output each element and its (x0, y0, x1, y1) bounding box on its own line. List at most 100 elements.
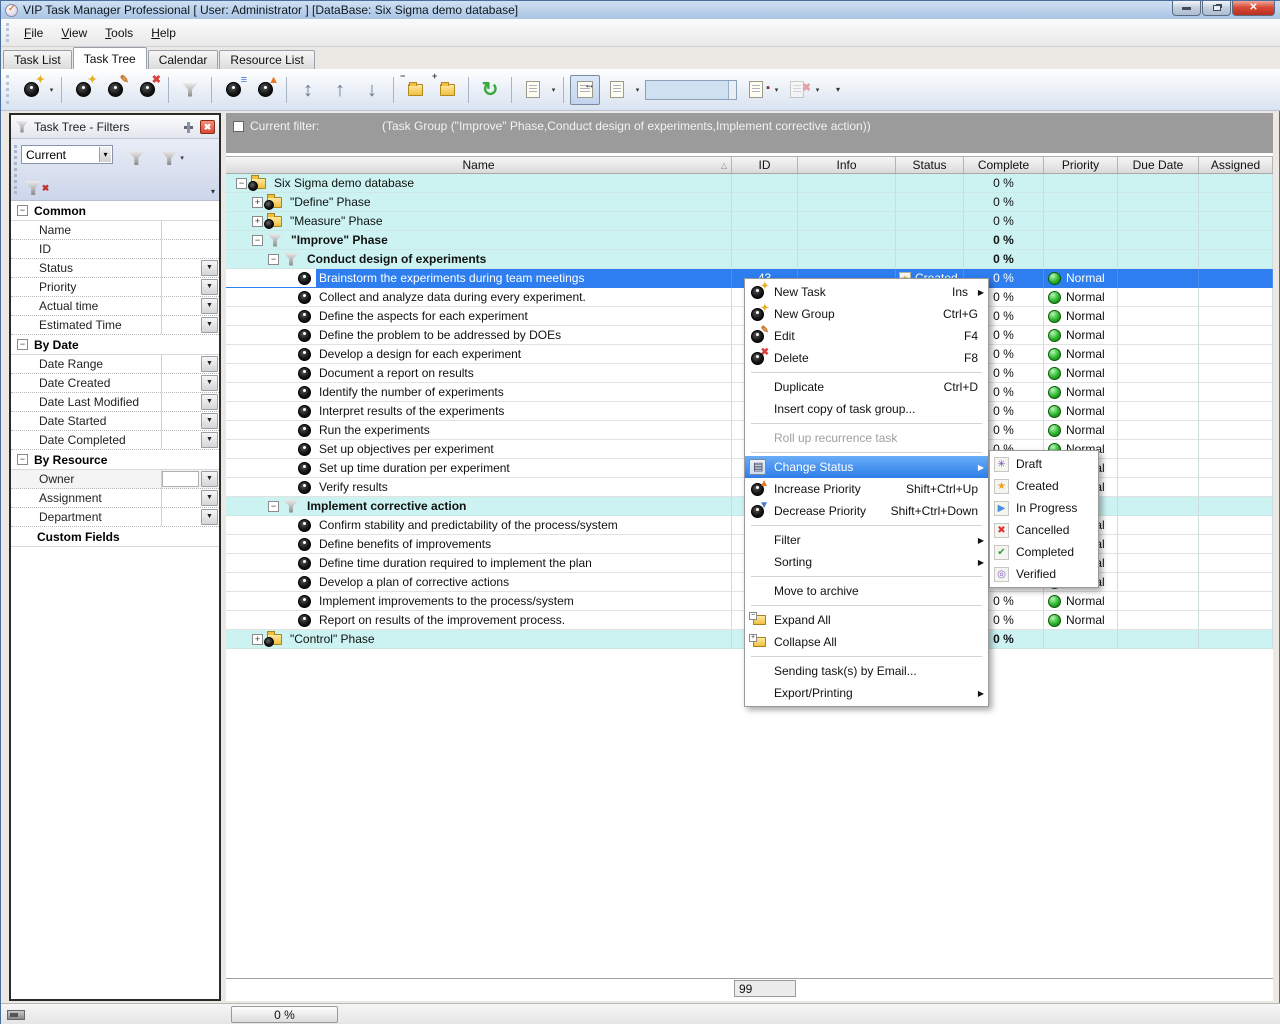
submenu-item-completed[interactable]: ✔Completed (990, 541, 1098, 563)
filter-dropdown-button[interactable]: ▼ (201, 413, 218, 429)
collapse-icon[interactable]: − (236, 178, 247, 189)
filter-row-estimated-time[interactable]: Estimated Time▼ (11, 316, 219, 335)
tab-task-tree[interactable]: Task Tree (73, 47, 147, 69)
save-layout-button[interactable]: ▪ (741, 75, 771, 105)
submenu-item-created[interactable]: ★Created (990, 475, 1098, 497)
filter-dropdown-button[interactable]: ▼ (201, 298, 218, 314)
collapse-icon[interactable]: − (17, 339, 28, 350)
minimize-button[interactable] (1172, 1, 1201, 16)
filter-dropdown-button[interactable]: ▼ (201, 490, 218, 506)
filter-section-by-resource[interactable]: −By Resource (11, 450, 219, 470)
group-row[interactable]: −Six Sigma demo database0 % (226, 174, 1273, 193)
export-button[interactable] (518, 75, 548, 105)
filter-dropdown-button[interactable]: ▼ (201, 394, 218, 410)
filter-dropdown-button[interactable]: ▼ (201, 375, 218, 391)
apply-filter-button[interactable] (122, 145, 150, 171)
filter-dropdown-button[interactable]: ▼ (201, 260, 218, 276)
clear-filter-button[interactable]: ✖ (23, 175, 51, 201)
filter-row-date-started[interactable]: Date Started▼ (11, 412, 219, 431)
submenu-item-cancelled[interactable]: ✖Cancelled (990, 519, 1098, 541)
customize-columns-dropdown-arrow[interactable]: ▾ (633, 86, 642, 94)
filter-row-id[interactable]: ID (11, 240, 219, 259)
filter-dropdown-button[interactable]: ▼ (201, 356, 218, 372)
new-group-button[interactable]: ✦ (68, 75, 98, 105)
menu-item-sorting[interactable]: Sorting▶ (745, 551, 988, 573)
menu-item-expand-all[interactable]: −Expand All (745, 609, 988, 631)
submenu-item-verified[interactable]: ◎Verified (990, 563, 1098, 585)
filter-row-date-last-modified[interactable]: Date Last Modified▼ (11, 393, 219, 412)
decrease-priority-button[interactable]: ≡ (218, 75, 248, 105)
column-header-complete[interactable]: Complete (964, 157, 1044, 173)
filter-checkbox[interactable] (233, 121, 244, 132)
menu-item-collapse-all[interactable]: +Collapse All (745, 631, 988, 653)
filter-row-date-completed[interactable]: Date Completed▼ (11, 431, 219, 450)
save-filter-button[interactable]: ▾ (160, 145, 188, 171)
column-header-assigned[interactable]: Assigned (1199, 157, 1273, 173)
refresh-button[interactable]: ↻ (475, 75, 505, 105)
filter-dropdown-button[interactable]: ▼ (201, 317, 218, 333)
export-dropdown-arrow[interactable]: ▾ (549, 86, 558, 94)
collapse-icon[interactable]: − (268, 501, 279, 512)
filter-toolbar-overflow[interactable]: ▾ (211, 187, 215, 196)
group-row[interactable]: −"Improve" Phase0 % (226, 231, 1273, 250)
menu-item-duplicate[interactable]: DuplicateCtrl+D (745, 376, 988, 398)
new-task-button[interactable]: ✦ (16, 75, 46, 105)
filters-close-button[interactable]: ✖ (200, 120, 215, 134)
save-layout-dropdown-arrow[interactable]: ▾ (772, 86, 781, 94)
column-header-status[interactable]: Status (896, 157, 964, 173)
tab-calendar[interactable]: Calendar (148, 50, 219, 69)
overflow-button[interactable]: ▾ (823, 75, 853, 105)
filter-row-date-range[interactable]: Date Range▼ (11, 355, 219, 374)
delete-layout-button[interactable]: ✖ (782, 75, 812, 105)
close-button[interactable]: ✕ (1232, 1, 1275, 16)
menu-item-export-printing[interactable]: Export/Printing▶ (745, 682, 988, 704)
expand-icon[interactable]: + (252, 216, 263, 227)
submenu-item-draft[interactable]: ✳Draft (990, 453, 1098, 475)
filter-row-status[interactable]: Status▼ (11, 259, 219, 278)
collapse-icon[interactable]: − (252, 235, 263, 246)
layout-combo[interactable] (645, 80, 737, 100)
filter-value-input[interactable] (162, 471, 199, 487)
collapse-icon[interactable]: − (17, 454, 28, 465)
filter-section-common[interactable]: −Common (11, 201, 219, 221)
customize-columns-button[interactable] (602, 75, 632, 105)
pin-icon[interactable] (183, 121, 195, 133)
menubar-item-file[interactable]: File (15, 23, 52, 43)
filter-dropdown-button[interactable]: ▼ (201, 471, 218, 487)
filter-preset-combo[interactable]: Current (21, 145, 113, 164)
menu-item-edit[interactable]: ✎EditF4 (745, 325, 988, 347)
group-row[interactable]: +"Measure" Phase0 % (226, 212, 1273, 231)
move-down-button[interactable]: ↓ (357, 75, 387, 105)
collapse-icon[interactable]: − (268, 254, 279, 265)
menu-item-change-status[interactable]: Change Status▶ (745, 456, 988, 478)
filter-row-assignment[interactable]: Assignment▼ (11, 489, 219, 508)
menu-item-decrease-priority[interactable]: ▼Decrease PriorityShift+Ctrl+Down (745, 500, 988, 522)
filter-row-date-created[interactable]: Date Created▼ (11, 374, 219, 393)
edit-task-button[interactable]: ✎ (100, 75, 130, 105)
delete-layout-dropdown-arrow[interactable]: ▾ (813, 86, 822, 94)
group-row[interactable]: +"Define" Phase0 % (226, 193, 1273, 212)
fit-columns-button[interactable]: ↔ (570, 75, 600, 105)
filter-button[interactable] (175, 75, 205, 105)
menu-item-sending-task-s-by-email[interactable]: Sending task(s) by Email... (745, 660, 988, 682)
filter-row-actual-time[interactable]: Actual time▼ (11, 297, 219, 316)
expand-icon[interactable]: + (252, 197, 263, 208)
menubar-item-help[interactable]: Help (142, 23, 185, 43)
menu-item-insert-copy-of-task-group[interactable]: Insert copy of task group... (745, 398, 988, 420)
move-up-button[interactable]: ↑ (325, 75, 355, 105)
tab-task-list[interactable]: Task List (3, 50, 72, 69)
filter-section-custom-fields[interactable]: Custom Fields (11, 527, 219, 547)
filter-row-priority[interactable]: Priority▼ (11, 278, 219, 297)
move-button[interactable]: ↕ (293, 75, 323, 105)
filter-row-name[interactable]: Name (11, 221, 219, 240)
filter-row-department[interactable]: Department▼ (11, 508, 219, 527)
submenu-item-in-progress[interactable]: ▶In Progress (990, 497, 1098, 519)
collapse-tree-button[interactable]: − (400, 75, 430, 105)
new-task-dropdown-arrow[interactable]: ▾ (47, 86, 56, 94)
delete-task-button[interactable]: ✖ (132, 75, 162, 105)
menu-item-move-to-archive[interactable]: Move to archive (745, 580, 988, 602)
expand-icon[interactable]: + (252, 634, 263, 645)
menu-item-new-task[interactable]: ✦New TaskIns▶ (745, 281, 988, 303)
menubar-item-view[interactable]: View (52, 23, 96, 43)
group-row[interactable]: −Conduct design of experiments0 % (226, 250, 1273, 269)
